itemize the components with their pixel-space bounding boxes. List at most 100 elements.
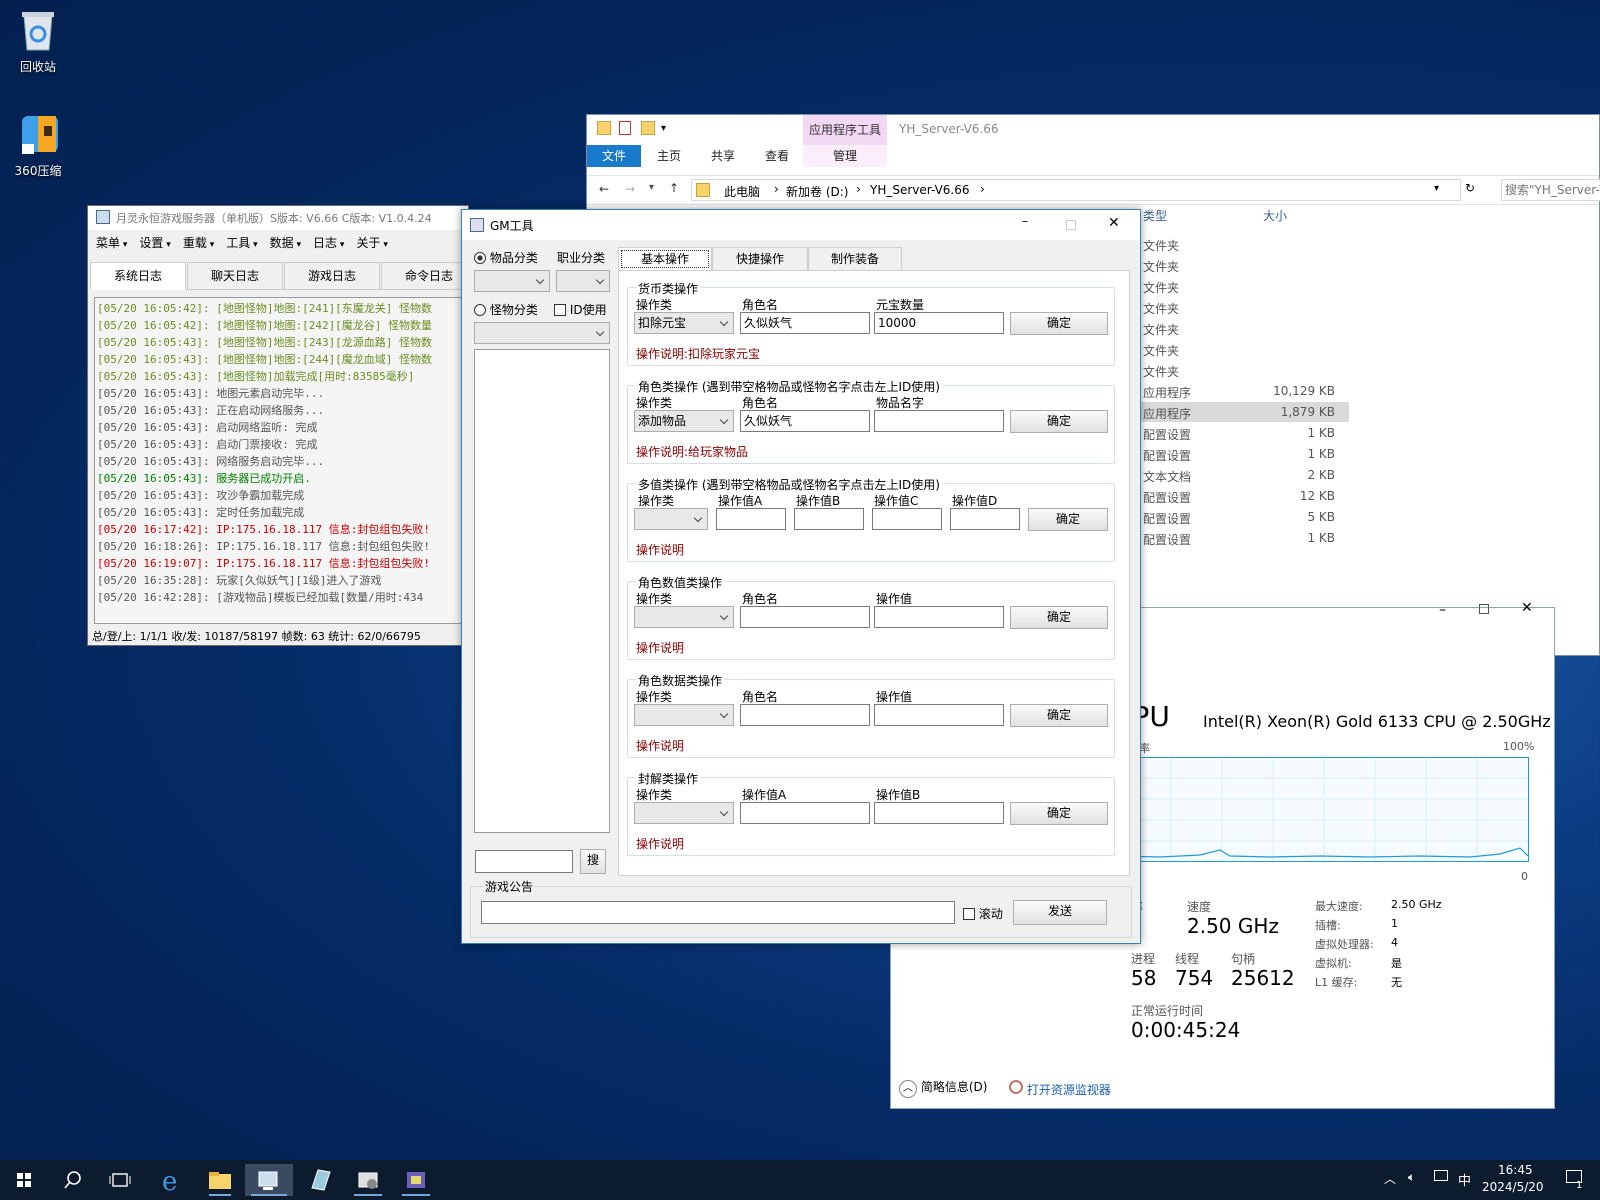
start-button[interactable] <box>4 1164 44 1196</box>
multi-op-select[interactable] <box>634 508 708 530</box>
role-data-name-input[interactable] <box>740 704 870 726</box>
file-row[interactable]: 文本文档 2 KB <box>1139 465 1349 485</box>
multi-a-input[interactable] <box>716 508 786 530</box>
recent-dropdown-icon[interactable]: ▾ <box>649 182 654 193</box>
clock-date[interactable]: 2024/5/20 <box>1482 1180 1544 1194</box>
file-row[interactable]: 配置设置 12 KB <box>1139 486 1349 506</box>
file-row[interactable]: 应用程序 10,129 KB <box>1139 381 1349 401</box>
game-server-taskbar-button[interactable] <box>245 1164 293 1196</box>
server-tab[interactable]: 游戏日志 <box>284 262 380 290</box>
server-tab[interactable]: 聊天日志 <box>187 262 283 290</box>
open-resmon-link[interactable]: 打开资源监视器 <box>1009 1080 1111 1098</box>
multi-d-input[interactable] <box>950 508 1020 530</box>
role-data-val-input[interactable] <box>874 704 1004 726</box>
back-icon[interactable]: ← <box>599 182 609 196</box>
volume-muted-icon[interactable]: 🔈︎ <box>1408 1170 1415 1185</box>
announce-input[interactable] <box>481 901 955 924</box>
search-button[interactable] <box>52 1164 92 1196</box>
scroll-checkbox[interactable]: 滚动 <box>963 905 1003 922</box>
multi-confirm-button[interactable]: 确定 <box>1028 508 1108 531</box>
gm-tool-taskbar-button[interactable] <box>348 1164 388 1196</box>
search-item-button[interactable]: 搜 <box>580 849 606 874</box>
app-taskbar-button[interactable] <box>300 1164 340 1196</box>
breadcrumb-folder[interactable]: YH_Server-V6.66 <box>870 183 970 197</box>
address-dropdown-icon[interactable]: ▾ <box>1434 183 1439 194</box>
currency-op-select[interactable]: 扣除元宝 <box>634 312 734 334</box>
item-list[interactable] <box>474 349 610 833</box>
server-menu-item[interactable]: 日志 ▾ <box>307 230 350 258</box>
item-category-select[interactable] <box>474 270 550 292</box>
tab-basic-ops[interactable]: 基本操作 <box>618 247 712 271</box>
recycle-bin-shortcut[interactable]: 回收站 <box>0 8 76 75</box>
ban-b-input[interactable] <box>874 802 1004 824</box>
file-row[interactable]: 文件夹 <box>1139 339 1349 359</box>
currency-role-name-input[interactable]: 久似妖气 <box>740 312 870 334</box>
role-value-confirm-button[interactable]: 确定 <box>1010 606 1108 629</box>
ban-a-input[interactable] <box>740 802 870 824</box>
refresh-icon[interactable]: ↻ <box>1465 181 1475 195</box>
qat-dropdown-icon[interactable]: ▾ <box>661 123 666 134</box>
clock-time[interactable]: 16:45 <box>1498 1163 1533 1177</box>
maximize-icon[interactable] <box>1479 604 1489 614</box>
radio-monster-category[interactable]: 怪物分类 <box>474 301 538 318</box>
file-row[interactable]: 文件夹 <box>1139 255 1349 275</box>
tab-file[interactable]: 文件 <box>587 145 641 167</box>
role-name-input[interactable]: 久似妖气 <box>740 410 870 432</box>
tab-make-equipment[interactable]: 制作装备 <box>808 247 902 271</box>
col-type-header[interactable]: 类型 <box>1143 207 1167 224</box>
server-menu-item[interactable]: 重载 ▾ <box>177 230 220 258</box>
server-menu-item[interactable]: 设置 ▾ <box>133 230 176 258</box>
role-data-confirm-button[interactable]: 确定 <box>1010 704 1108 727</box>
close-icon[interactable]: ✕ <box>1521 600 1533 616</box>
file-row[interactable]: 配置设置 5 KB <box>1139 507 1349 527</box>
role-value-name-input[interactable] <box>740 606 870 628</box>
file-row[interactable]: 文件夹 <box>1139 318 1349 338</box>
multi-b-input[interactable] <box>794 508 864 530</box>
file-row[interactable]: 文件夹 <box>1139 360 1349 380</box>
server-menu-item[interactable]: 菜单 ▾ <box>90 230 133 258</box>
breadcrumb-drive[interactable]: 新加卷 (D:) <box>786 183 848 200</box>
radio-item-category[interactable]: 物品分类 <box>474 249 538 266</box>
file-explorer-taskbar-button[interactable] <box>200 1164 240 1196</box>
extra-app-taskbar-button[interactable] <box>396 1164 436 1196</box>
tab-home[interactable]: 主页 <box>657 145 681 167</box>
role-value-val-input[interactable] <box>874 606 1004 628</box>
file-row[interactable]: 配置设置 1 KB <box>1139 528 1349 548</box>
zip-app-shortcut[interactable]: 360压缩 <box>0 112 76 179</box>
fewer-details-button[interactable]: ︿ 简略信息(D) <box>899 1078 987 1098</box>
currency-amount-input[interactable]: 10000 <box>874 312 1004 334</box>
role-value-op-select[interactable] <box>634 606 734 628</box>
search-item-input[interactable] <box>475 850 573 873</box>
task-view-button[interactable] <box>100 1164 140 1196</box>
sub-category-select[interactable] <box>474 322 610 344</box>
ie-taskbar-button[interactable]: e <box>152 1164 192 1197</box>
currency-confirm-button[interactable]: 确定 <box>1010 312 1108 335</box>
tab-manage[interactable]: 管理 <box>803 145 887 167</box>
file-row[interactable]: 配置设置 1 KB <box>1139 423 1349 443</box>
role-confirm-button[interactable]: 确定 <box>1010 410 1108 433</box>
ban-op-select[interactable] <box>634 802 734 824</box>
role-item-input[interactable] <box>874 410 1004 432</box>
up-icon[interactable]: ↑ <box>669 181 679 195</box>
gm-close-icon[interactable]: ✕ <box>1108 215 1120 231</box>
server-menu-item[interactable]: 数据 ▾ <box>264 230 307 258</box>
file-row[interactable]: 配置设置 1 KB <box>1139 444 1349 464</box>
system-log[interactable]: [05/20 16:05:42]: [地图怪物]地图:[241][东魔龙关] 怪… <box>94 297 466 624</box>
server-tab[interactable]: 系统日志 <box>90 262 186 290</box>
multi-c-input[interactable] <box>872 508 942 530</box>
id-use-checkbox[interactable]: ID使用 <box>554 301 607 318</box>
ime-indicator[interactable]: 中 <box>1458 1170 1471 1189</box>
file-row[interactable]: 应用程序 1,879 KB <box>1139 402 1349 422</box>
role-data-op-select[interactable] <box>634 704 734 726</box>
server-menu-item[interactable]: 关于 ▾ <box>350 230 393 258</box>
breadcrumb[interactable]: 此电脑 › 新加卷 (D:) › YH_Server-V6.66 › ▾ <box>691 179 1461 201</box>
gm-maximize-icon[interactable] <box>1066 220 1076 230</box>
ban-confirm-button[interactable]: 确定 <box>1010 802 1108 825</box>
network-icon[interactable] <box>1434 1170 1448 1181</box>
role-op-select[interactable]: 添加物品 <box>634 410 734 432</box>
tray-chevron-icon[interactable]: ︿ <box>1384 1170 1396 1187</box>
tab-view[interactable]: 查看 <box>765 145 789 167</box>
file-row[interactable]: 文件夹 <box>1139 276 1349 296</box>
search-input[interactable]: 搜索"YH_Server-V <box>1501 179 1600 201</box>
forward-icon[interactable]: → <box>625 182 635 196</box>
